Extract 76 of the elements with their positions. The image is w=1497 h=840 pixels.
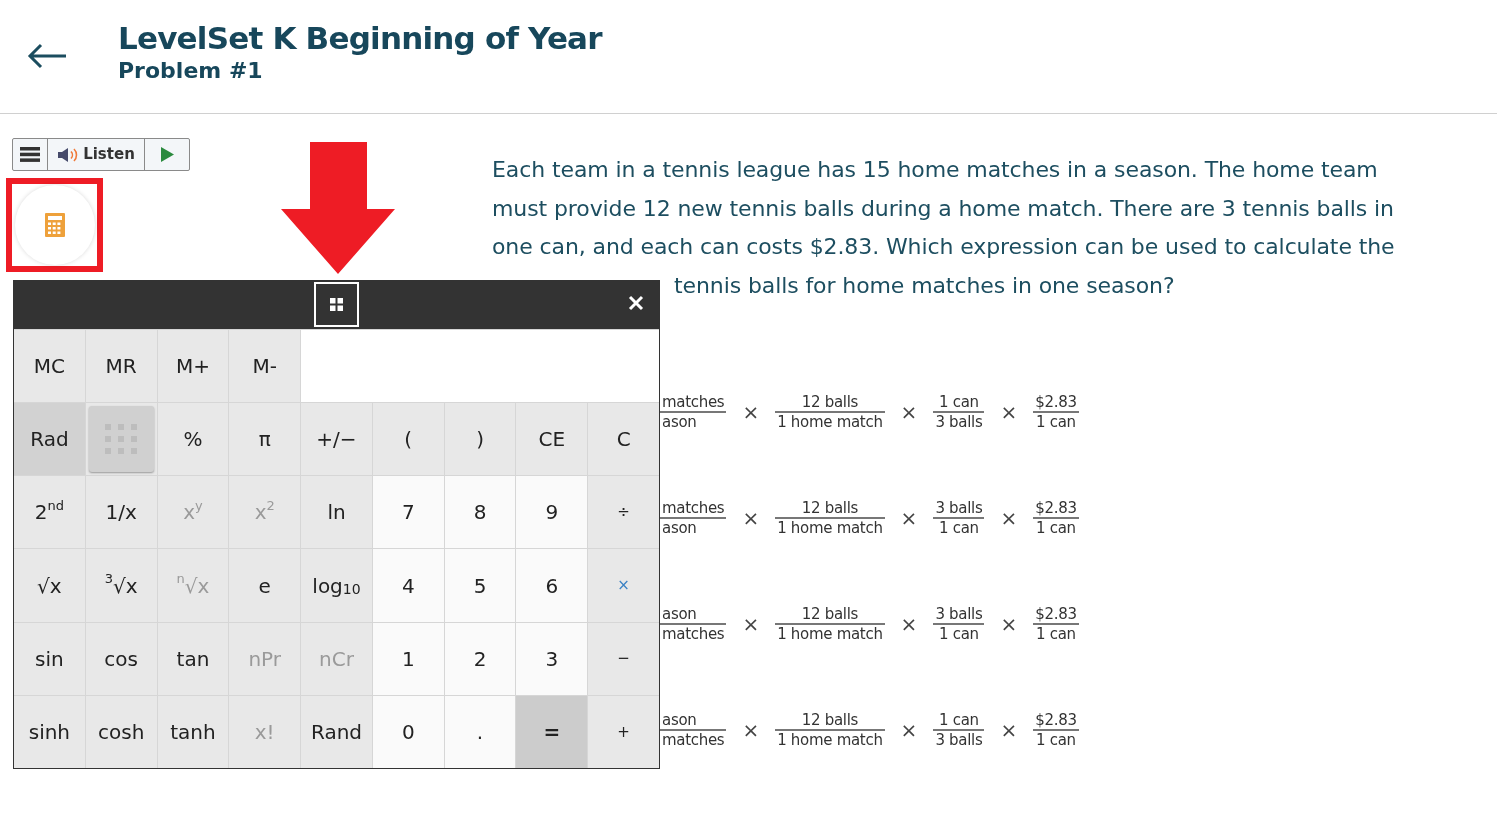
calculator-key[interactable]: $^{3}$√x: [85, 549, 157, 622]
menu-icon: [20, 147, 40, 162]
times-sign: ×: [742, 716, 760, 744]
close-icon: [628, 295, 644, 311]
calculator-key[interactable]: 2: [444, 622, 516, 695]
calculator-key[interactable]: 7: [372, 476, 444, 549]
calculator-key[interactable]: π: [229, 403, 301, 476]
calculator-key[interactable]: 5: [444, 549, 516, 622]
calculator-key[interactable]: .: [444, 695, 516, 768]
calculator-key[interactable]: %: [157, 403, 229, 476]
calculator-key[interactable]: √x: [14, 549, 85, 622]
times-sign: ×: [900, 398, 918, 426]
page-title: LevelSet K Beginning of Year: [118, 18, 602, 58]
times-sign: ×: [1000, 610, 1018, 638]
times-sign: ×: [900, 610, 918, 638]
fraction: 3 balls 1 can: [933, 604, 985, 643]
calculator-key[interactable]: Rad: [14, 403, 85, 476]
times-sign: ×: [742, 398, 760, 426]
calculator-key[interactable]: 8: [444, 476, 516, 549]
calculator-key[interactable]: cosh: [85, 695, 157, 768]
calculator-key[interactable]: M-: [229, 330, 301, 403]
calculator-key[interactable]: sin: [14, 622, 85, 695]
calculator-key[interactable]: 2$^{nd}$: [14, 476, 85, 549]
calculator-key[interactable]: cos: [85, 622, 157, 695]
times-sign: ×: [1000, 398, 1018, 426]
drag-handle[interactable]: [314, 281, 359, 327]
calculator-key[interactable]: CE: [516, 403, 588, 476]
calculator-key[interactable]: e: [229, 549, 301, 622]
fraction: 12 balls 1 home match: [775, 710, 885, 749]
close-button[interactable]: [628, 295, 644, 311]
calculator-key[interactable]: MR: [85, 330, 157, 403]
calculator-key[interactable]: 6: [516, 549, 588, 622]
calculator-key[interactable]: ÷: [588, 476, 659, 549]
fraction: 3 balls 1 can: [933, 498, 985, 537]
times-sign: ×: [900, 716, 918, 744]
calculator-key[interactable]: 3: [516, 622, 588, 695]
calculator-key[interactable]: ): [444, 403, 516, 476]
calculator-icon: [44, 213, 65, 237]
times-sign: ×: [1000, 504, 1018, 532]
calculator-key[interactable]: −: [588, 622, 659, 695]
calculator-key[interactable]: 4: [372, 549, 444, 622]
calculator-key[interactable]: tan: [157, 622, 229, 695]
calculator-key[interactable]: 1: [372, 622, 444, 695]
calculator-key[interactable]: +/−: [301, 403, 372, 476]
calculator-key[interactable]: 1/x: [85, 476, 157, 549]
calculator-key[interactable]: C: [588, 403, 659, 476]
calculator-key[interactable]: (: [372, 403, 444, 476]
fraction: 12 balls 1 home match: [775, 498, 885, 537]
calculator-key[interactable]: sinh: [14, 695, 85, 768]
fraction: $2.83 1 can: [1033, 392, 1079, 431]
calculator-key[interactable]: +: [588, 695, 659, 768]
times-sign: ×: [900, 504, 918, 532]
fraction: $2.83 1 can: [1033, 498, 1079, 537]
problem-number: Problem #1: [118, 57, 263, 84]
calculator-key[interactable]: 9: [516, 476, 588, 549]
question-text: tennis balls for home matches in one season?: [673, 272, 1175, 301]
grid-icon: [330, 297, 343, 311]
times-sign: ×: [742, 610, 760, 638]
fraction: 1 can 3 balls: [933, 710, 985, 749]
fraction: 1 can 3 balls: [933, 392, 985, 431]
fraction: 12 balls 1 home match: [775, 392, 885, 431]
calculator-key[interactable]: 0: [372, 695, 444, 768]
calculator-key[interactable]: M+: [157, 330, 229, 403]
play-icon: [160, 147, 174, 162]
keypad-toggle-key[interactable]: [88, 406, 154, 473]
fraction: $2.83 1 can: [1033, 710, 1079, 749]
calculator-key[interactable]: MC: [14, 330, 85, 403]
calculator-key[interactable]: tanh: [157, 695, 229, 768]
times-sign: ×: [742, 504, 760, 532]
fraction: $2.83 1 can: [1033, 604, 1079, 643]
times-sign: ×: [1000, 716, 1018, 744]
calculator-key[interactable]: ln: [301, 476, 372, 549]
calculator-key[interactable]: =: [516, 695, 588, 768]
speaker-icon: [57, 146, 80, 163]
calculator-key[interactable]: Rand: [301, 695, 372, 768]
fraction: 12 balls 1 home match: [775, 604, 885, 643]
